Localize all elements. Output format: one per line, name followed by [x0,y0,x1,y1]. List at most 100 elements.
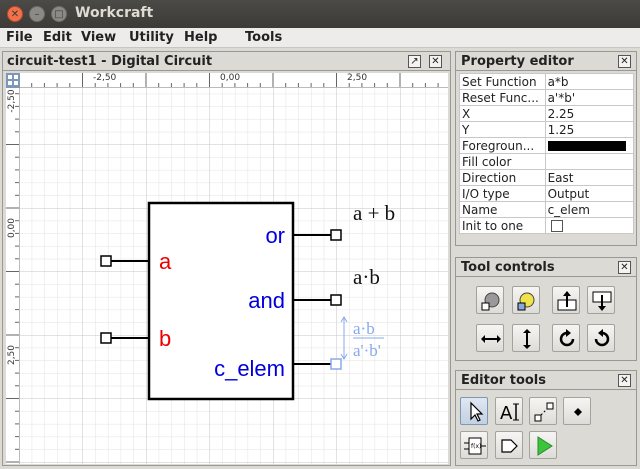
table-row[interactable]: Fill color [459,153,635,170]
property-key: Y [459,121,546,138]
output-contact-or[interactable] [330,229,342,241]
editor-dock: circuit-test1 - Digital Circuit ↗ ✕ -2,5… [2,51,451,466]
property-value[interactable]: a*b [544,73,635,90]
svg-text:f(x): f(x) [471,443,481,450]
menu-view[interactable]: View [81,30,116,45]
menu-bar: File Edit View Utility Help Tools [0,28,640,48]
property-key: I/O type [459,185,546,202]
set-output-icon[interactable] [512,286,540,314]
move-down-icon[interactable] [587,286,615,314]
port-label-or: or [265,223,285,248]
ruler-corner-icon[interactable] [6,73,20,88]
port-label-a: a [159,249,172,274]
property-key: Fill color [459,153,546,170]
rotate-clockwise-icon[interactable] [552,324,580,352]
property-key: Foregroun... [459,137,546,154]
init-to-one-value[interactable] [544,217,635,234]
reset-function-text: a'·b' [353,341,381,360]
close-property-editor-icon[interactable]: ✕ [618,55,631,68]
svg-text:A: A [500,403,513,424]
text-tool-icon[interactable]: A [495,397,523,425]
flip-vertical-icon[interactable] [512,324,540,352]
property-table: Set Function a*b Reset Func... a'*b' X 2.25… [459,73,635,234]
port-label-b: b [159,326,171,351]
property-editor-panel: Property editor ✕ Set Function a*b Reset … [455,51,637,246]
function-label-or: a + b [353,201,395,225]
init-to-one-checkbox[interactable] [550,220,563,232]
window-minimize-icon[interactable]: – [29,6,45,22]
menu-tools[interactable]: Tools [245,30,282,45]
port-label-and: and [248,288,285,313]
property-value[interactable]: Output [544,185,635,202]
table-row[interactable]: X 2.25 [459,105,635,122]
contact-tool-icon[interactable] [563,397,591,425]
table-row[interactable]: Init to one [459,217,635,234]
editor-tools-panel: Editor tools ✕ A f(x) [455,370,637,466]
property-value[interactable]: East [544,169,635,186]
select-tool-icon[interactable] [460,397,488,425]
ruler-top-label: -2,50 [93,73,117,83]
menu-help[interactable]: Help [184,30,217,45]
property-key: Direction [459,169,546,186]
window-titlebar: ✕ – □ Workcraft [0,0,640,28]
property-editor-title: Property editor [461,54,574,69]
ruler-left-label: 0,00 [7,217,17,239]
property-key: Set Function [459,73,546,90]
property-value[interactable]: 1.25 [544,121,635,138]
table-row[interactable]: Set Function a*b [459,73,635,90]
menu-edit[interactable]: Edit [43,30,72,45]
move-up-icon[interactable] [552,286,580,314]
property-key: X [459,105,546,122]
property-value[interactable]: a'*b' [544,89,635,106]
set-function-text: a·b [353,319,375,338]
property-editor-header: Property editor ✕ [456,52,636,71]
ruler-top-label: 2,50 [347,73,368,83]
property-value[interactable]: c_elem [544,201,635,218]
table-row[interactable]: Reset Func... a'*b' [459,89,635,106]
ruler-top-label: 0,00 [220,73,241,83]
function-label-and: a·b [353,265,380,289]
property-key: Init to one [459,217,546,234]
menu-file[interactable]: File [6,30,33,45]
ruler-top: -2,50 0,00 2,50 [20,73,448,88]
function-component-icon[interactable]: f(x) [460,431,488,459]
maximize-editor-icon[interactable]: ↗ [408,55,421,68]
property-key: Reset Func... [459,89,546,106]
simulation-icon[interactable] [529,431,557,459]
menu-utility[interactable]: Utility [129,30,174,45]
close-editor-icon[interactable]: ✕ [429,55,442,68]
table-row[interactable]: Name c_elem [459,201,635,218]
property-value[interactable]: 2.25 [544,105,635,122]
table-row[interactable]: Direction East [459,169,635,186]
ruler-left-label: -2,50 [7,89,17,113]
editor-tools-header: Editor tools ✕ [456,371,636,390]
output-contact-c-elem[interactable] [330,358,342,370]
connect-tool-icon[interactable] [529,397,557,425]
ruler-left-label: 2,50 [7,344,17,366]
window-maximize-icon[interactable]: □ [51,6,67,22]
close-editor-tools-icon[interactable]: ✕ [618,374,631,387]
input-contact-a[interactable] [100,255,112,267]
table-row[interactable]: Y 1.25 [459,121,635,138]
tool-controls-title: Tool controls [461,260,555,275]
flip-horizontal-icon[interactable] [476,324,504,352]
rotate-counterclockwise-icon[interactable] [587,324,615,352]
close-tool-controls-icon[interactable]: ✕ [618,261,631,274]
window-close-icon[interactable]: ✕ [7,6,23,22]
color-swatch[interactable] [547,141,626,151]
set-input-icon[interactable] [476,286,504,314]
tool-controls-header: Tool controls ✕ [456,258,636,277]
table-row[interactable]: I/O type Output [459,185,635,202]
tool-controls-panel: Tool controls ✕ [455,257,637,361]
gate-tool-icon[interactable] [495,431,523,459]
ruler-left: -2,50 0,00 2,50 [6,88,20,464]
property-value[interactable] [544,153,635,170]
table-row[interactable]: Foregroun... [459,137,635,154]
circuit-canvas[interactable]: a b or and c_elem a + b a·b a·b a'·b' [20,88,448,464]
output-contact-and[interactable] [330,294,342,306]
editor-tools-title: Editor tools [461,373,546,388]
port-label-c-elem: c_elem [214,356,285,381]
input-contact-b[interactable] [100,332,112,344]
window-title: Workcraft [75,5,154,21]
foreground-color-value[interactable] [544,137,635,154]
